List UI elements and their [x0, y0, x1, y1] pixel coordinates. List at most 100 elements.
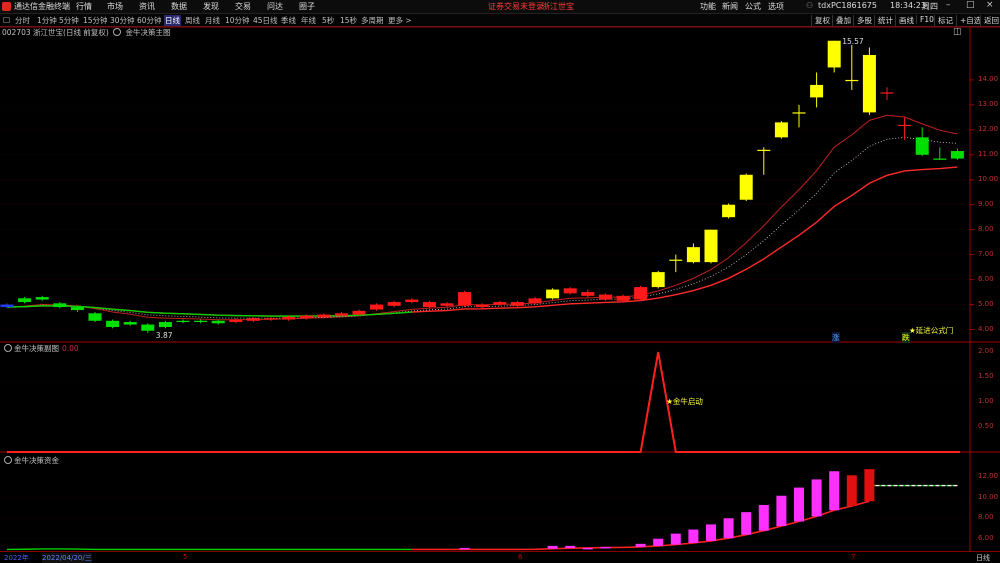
y-tick-label: 13.00: [978, 99, 999, 108]
candle-body: [123, 322, 137, 325]
candle-body: [370, 304, 384, 310]
y-tick-label: 12.00: [978, 472, 999, 481]
fund-bar: [723, 518, 734, 539]
fund-bar: [635, 543, 646, 547]
candle-body: [669, 259, 683, 261]
candle-body: [194, 320, 208, 323]
candle-body: [792, 112, 806, 114]
xaxis-july: 7: [851, 553, 856, 561]
y-tick-label: 10.00: [978, 492, 999, 501]
candle-body: [493, 302, 507, 305]
y-tick-label: 1.00: [978, 397, 994, 405]
candle-body: [774, 122, 788, 138]
candle-body: [880, 92, 894, 94]
fund-bar: [565, 545, 576, 549]
fund-bars: [0, 469, 970, 551]
fund-bar: [653, 538, 664, 546]
xaxis-cursor-date: 2022/04/20/三: [42, 553, 92, 563]
candle-body: [317, 314, 331, 318]
y-tick-label: 11.00: [978, 149, 999, 158]
fund-bar: [600, 546, 611, 549]
candle-body: [422, 302, 436, 308]
candle-body: [898, 124, 912, 127]
xaxis-year: 2022年: [4, 554, 29, 562]
y-tick-label: 6.00: [978, 274, 994, 283]
fund-bar: [688, 529, 699, 544]
chart-grid: [0, 26, 1000, 551]
candle-body: [686, 247, 700, 263]
y-tick-label: 10.00: [978, 174, 999, 183]
candle-body: [634, 287, 648, 300]
candle-body: [387, 302, 401, 306]
start-signal-annotation: ★金牛启动: [666, 397, 703, 406]
candle-body: [546, 289, 560, 299]
signal-line-path: [7, 351, 960, 453]
y-tick-label: 14.00: [978, 74, 999, 83]
fund-bar: [829, 471, 840, 511]
fund-bar: [811, 479, 822, 517]
candle-body: [106, 320, 120, 328]
candle-body: [440, 303, 454, 306]
y-tick-label: 8.00: [978, 513, 994, 522]
candle-body: [810, 84, 824, 98]
fund-bar: [776, 495, 787, 527]
fund-bar: [706, 524, 716, 541]
candle-body: [299, 315, 313, 319]
xaxis-june: 6: [518, 553, 523, 561]
up-marker: 涨: [832, 332, 840, 343]
fund-bar: [794, 487, 804, 522]
candle-body: [704, 229, 718, 263]
y-tick-label: 12.00: [978, 124, 999, 133]
candle-body: [176, 320, 190, 323]
candle-body: [528, 298, 542, 304]
candle-body: [757, 149, 771, 152]
fund-bar: [459, 547, 470, 550]
candle-body: [651, 272, 665, 288]
period-tag: 日线: [976, 554, 990, 562]
candle-body: [18, 298, 32, 303]
candle-body: [581, 292, 595, 296]
candle-body: [933, 158, 947, 160]
fund-bar: [547, 545, 558, 549]
candlesticks: [0, 40, 964, 333]
y-tick-label: 6.00: [978, 533, 994, 542]
candle-body: [0, 304, 14, 308]
candle-body: [458, 292, 472, 306]
candle-body: [405, 299, 419, 303]
candle-body: [563, 288, 577, 294]
y-tick-label: 7.00: [978, 249, 994, 258]
ma-long-line: [6, 166, 958, 317]
y-tick-label: 2.00: [978, 347, 994, 355]
candle-body: [246, 318, 260, 321]
candle-body: [35, 297, 49, 300]
y-tick-label: 1.50: [978, 372, 994, 380]
ma-short-line: [6, 114, 958, 321]
candle-body: [598, 294, 612, 300]
candle-body: [211, 320, 225, 324]
candle-body: [158, 322, 172, 328]
candle-body: [722, 204, 736, 218]
y-tick-label: 4.00: [978, 324, 994, 333]
signal-line: [0, 351, 970, 453]
candle-body: [352, 310, 366, 315]
candle-body: [950, 151, 964, 159]
fund-bar: [864, 469, 875, 502]
fund-bar: [846, 475, 857, 506]
high-price-label: 15.57: [842, 36, 864, 46]
candle-body: [70, 307, 84, 311]
y-tick-label: 9.00: [978, 199, 994, 208]
candle-body: [141, 324, 155, 331]
candle-body: [282, 317, 296, 320]
fund-bar: [670, 533, 681, 545]
candle-body: [510, 302, 524, 306]
candle-body: [827, 40, 841, 68]
fund-base-green: [6, 548, 412, 551]
x-axis: 2022年 2022/04/20/三 5 6 7 日线: [0, 551, 1000, 563]
y-tick-label: 8.00: [978, 224, 994, 233]
candle-body: [616, 295, 630, 301]
low-price-label: 3.87: [155, 330, 173, 340]
formula-annotation: ★延进公式门: [909, 326, 954, 335]
ma-green-line: [6, 305, 412, 317]
kline-chart[interactable]: [0, 0, 1000, 561]
moving-averages: [6, 114, 958, 321]
